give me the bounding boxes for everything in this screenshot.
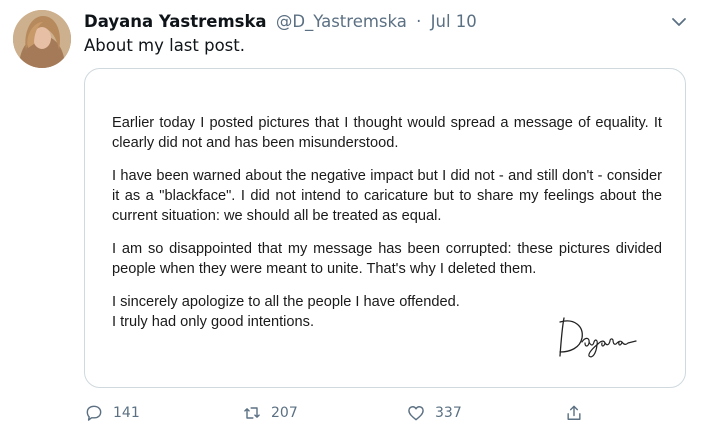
heart-outline-icon (408, 406, 424, 421)
like-count: 337 (435, 405, 462, 421)
avatar-image (13, 10, 71, 68)
closing-line: I sincerely apologize to all the people … (112, 294, 460, 310)
statement-paragraph: I am so disappointed that my message has… (112, 241, 662, 277)
statement-paragraph: Earlier today I posted pictures that I t… (112, 115, 662, 151)
tweet-text: About my last post. (84, 36, 245, 55)
author-handle[interactable]: @D_Yastremska (276, 12, 407, 31)
retweet-count: 207 (271, 405, 298, 421)
share-button[interactable] (564, 400, 584, 426)
signature (559, 317, 637, 358)
separator-dot: · (416, 12, 422, 31)
tweet-actions: 141 207 337 (84, 400, 684, 426)
statement-paragraph: I have been warned about the negative im… (112, 168, 662, 224)
speech-bubble-icon (86, 405, 102, 421)
tweet-date[interactable]: Jul 10 (431, 12, 477, 31)
chevron-down-icon[interactable] (670, 14, 688, 28)
retweet-button[interactable]: 207 (242, 400, 298, 426)
share-upload-icon (567, 405, 581, 420)
retweet-arrows-icon (244, 407, 260, 419)
reply-button[interactable]: 141 (84, 400, 140, 426)
like-button[interactable]: 337 (406, 400, 462, 426)
author-name[interactable]: Dayana Yastremska (84, 12, 267, 31)
reply-count: 141 (113, 405, 140, 421)
tweet[interactable]: Dayana Yastremska @D_Yastremska · Jul 10… (0, 0, 704, 430)
tweet-header: Dayana Yastremska @D_Yastremska · Jul 10 (84, 11, 477, 33)
avatar[interactable] (13, 10, 71, 68)
